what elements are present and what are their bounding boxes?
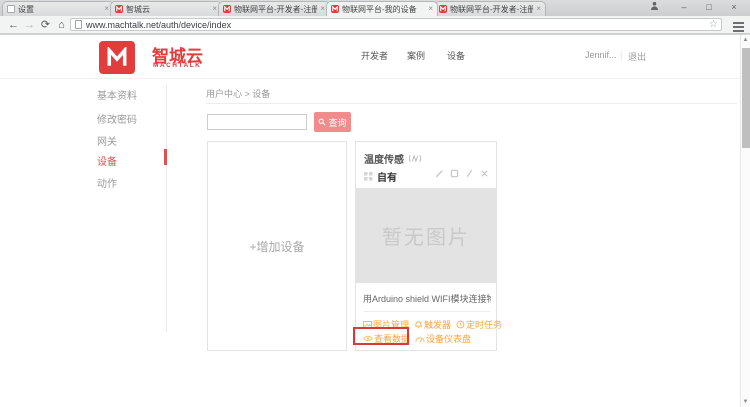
add-device-label: +增加设备 — [249, 238, 304, 255]
device-description: 用Arduino shield WIFI模块连接物... — [363, 292, 491, 305]
tab-strip: 设置 × 智城云 × 物联网平台-开发者-注册... × 物联网平台-我的设备 … — [0, 0, 750, 16]
edit-pencil-icon[interactable] — [435, 169, 444, 178]
bookmark-star-icon[interactable]: ☆ — [709, 18, 718, 31]
breadcrumb: 用户中心 > 设备 — [206, 87, 270, 100]
machtalk-favicon-icon — [331, 5, 339, 13]
scroll-up-icon[interactable]: ▲ — [741, 37, 750, 43]
scrollbar-thumb[interactable] — [742, 48, 750, 148]
gauge-icon — [415, 335, 425, 343]
search-icon — [318, 118, 326, 126]
tab-close-icon[interactable]: × — [320, 5, 325, 13]
tab-settings[interactable]: 设置 × — [2, 1, 114, 16]
minimize-icon[interactable]: – — [676, 0, 692, 14]
tab-register-1[interactable]: 物联网平台-开发者-注册... × — [218, 1, 330, 16]
tab-title: 设置 — [18, 4, 101, 15]
username[interactable]: Jennif... — [585, 50, 617, 60]
forward-icon[interactable]: → — [22, 17, 37, 33]
add-device-card[interactable]: +增加设备 — [207, 141, 347, 351]
annotation-box — [353, 327, 409, 345]
link-label: 定时任务 — [466, 318, 502, 331]
tab-close-icon[interactable]: × — [536, 5, 541, 13]
profile-icon[interactable] — [646, 0, 662, 14]
logo-subtext: MACHTALK — [153, 62, 201, 69]
tab-close-icon[interactable]: × — [212, 5, 217, 13]
address-bar[interactable]: www.machtalk.net/auth/device/index — [70, 18, 722, 31]
no-image-label: 暂无图片 — [382, 221, 470, 250]
device-card: 温度传感 自有 — [355, 141, 497, 351]
tab-register-2[interactable]: 物联网平台-开发者-注册... × — [434, 1, 546, 16]
window-close-icon[interactable]: × — [726, 0, 742, 14]
sidebar-item-devices[interactable]: 设备 — [97, 153, 117, 168]
link-label: 设备仪表盘 — [426, 332, 471, 345]
tab-title: 智城云 — [126, 4, 209, 15]
trigger-link[interactable]: 触发器 — [414, 318, 451, 331]
nav-developer[interactable]: 开发者 — [361, 49, 388, 62]
sidebar-active-indicator — [164, 149, 167, 165]
browser-toolbar: ← → ⟳ ⌂ www.machtalk.net/auth/device/ind… — [0, 16, 750, 34]
nav-cases[interactable]: 案例 — [407, 49, 425, 62]
blank-page-icon — [7, 5, 15, 13]
breadcrumb-divider — [206, 103, 737, 104]
tab-title: 物联网平台-开发者-注册... — [450, 4, 533, 15]
tab-machtalk-home[interactable]: 智城云 × — [110, 1, 222, 16]
bell-icon — [414, 320, 423, 329]
tab-title: 物联网平台-我的设备 — [342, 4, 425, 15]
reload-icon[interactable]: ⟳ — [38, 17, 53, 33]
ownership-badge: 自有 — [377, 169, 397, 184]
sidebar-item-profile[interactable]: 基本资料 — [97, 87, 137, 102]
scroll-down-icon[interactable]: ▼ — [741, 399, 750, 405]
card-divider — [364, 311, 490, 312]
square-icon[interactable] — [450, 169, 459, 178]
logout-link[interactable]: 退出 — [628, 50, 646, 63]
sidebar-item-password[interactable]: 修改密码 — [97, 111, 137, 126]
home-icon[interactable]: ⌂ — [54, 17, 69, 33]
machtalk-logo-icon[interactable] — [99, 41, 135, 74]
url-text[interactable]: www.machtalk.net/auth/device/index — [86, 20, 231, 30]
page-content: 智城云 MACHTALK 开发者 案例 设备 Jennif... | 退出 基本… — [0, 34, 750, 406]
separator: | — [620, 50, 622, 60]
back-icon[interactable]: ← — [6, 17, 21, 33]
machtalk-favicon-icon — [115, 5, 123, 13]
clock-icon — [456, 320, 465, 329]
tab-close-icon[interactable]: × — [104, 5, 109, 13]
page-icon — [75, 20, 82, 29]
delete-icon[interactable] — [480, 169, 489, 178]
device-name: 温度传感 — [364, 151, 404, 166]
tab-my-devices[interactable]: 物联网平台-我的设备 × — [326, 1, 438, 16]
site-header: 智城云 MACHTALK 开发者 案例 设备 Jennif... | 退出 — [0, 35, 740, 79]
tab-title: 物联网平台-开发者-注册... — [234, 4, 317, 15]
sidebar-item-actions[interactable]: 动作 — [97, 175, 117, 190]
sidebar-item-gateway[interactable]: 网关 — [97, 133, 117, 148]
maximize-icon[interactable]: □ — [701, 0, 717, 14]
scheduled-task-link[interactable]: 定时任务 — [456, 318, 502, 331]
tab-close-icon[interactable]: × — [428, 5, 433, 13]
machtalk-favicon-icon — [223, 5, 231, 13]
search-button-label: 查询 — [328, 116, 346, 129]
grid-icon — [364, 172, 373, 181]
link-label: 触发器 — [424, 318, 451, 331]
machtalk-favicon-icon — [439, 5, 447, 13]
nav-devices[interactable]: 设备 — [447, 49, 465, 62]
device-image-placeholder: 暂无图片 — [356, 188, 496, 283]
sidebar-divider — [166, 85, 167, 332]
search-input[interactable] — [207, 114, 307, 130]
pen-icon[interactable] — [465, 169, 474, 178]
device-dashboard-link[interactable]: 设备仪表盘 — [415, 332, 471, 345]
connection-status-icon — [408, 154, 422, 163]
chrome-menu-icon[interactable] — [733, 22, 744, 24]
search-button[interactable]: 查询 — [314, 112, 351, 132]
page-scrollbar[interactable]: ▲ ▼ — [740, 35, 750, 407]
